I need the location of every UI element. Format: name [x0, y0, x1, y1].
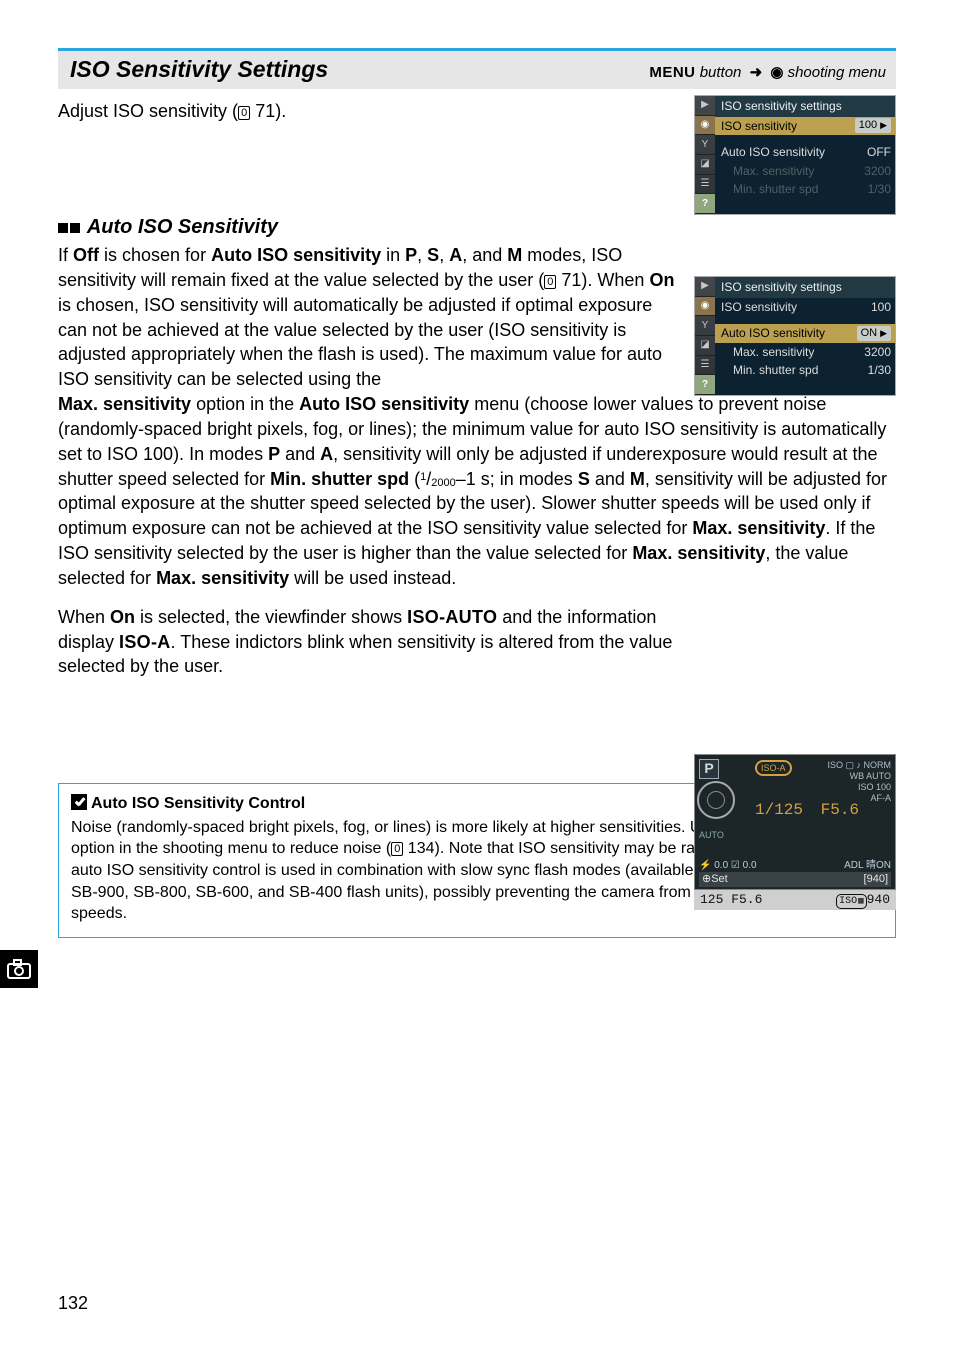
shutter-speed: 1/125	[755, 801, 803, 819]
viewfinder-bar: 125 F5.6 ISO▦940	[694, 890, 896, 910]
arrow-icon: ➜	[750, 63, 763, 84]
row-value: 100	[871, 299, 891, 316]
camera-icon: ◉	[770, 64, 783, 81]
page-ref-71: 71	[255, 101, 275, 121]
menu-body: ISO sensitivity settings ISO sensitivity…	[715, 277, 895, 395]
top-status-icons: ISO ▢ ♪ NORM WB AUTO ISO 100 AF-A	[827, 760, 891, 804]
tab-play-icon: ▶	[695, 96, 715, 116]
exposure-readout: 1/125 F5.6	[755, 799, 859, 821]
button-word: button	[700, 64, 742, 81]
row-value: 1/30	[868, 181, 891, 198]
menu-row-autoiso: Auto ISO sensitivity ON	[715, 324, 895, 343]
menu-row-maxsens-disabled: Max. sensitivity 3200	[715, 162, 895, 181]
menu-row-minshutter: Min. shutter spd 1/30	[715, 361, 895, 380]
mode-indicator: P	[699, 759, 719, 779]
menu-title: ISO sensitivity settings	[715, 96, 895, 117]
menu-button-label: MENU	[649, 64, 695, 81]
page-ref-icon: 0	[391, 842, 403, 856]
page-ref-icon: 0	[544, 275, 556, 289]
vf-iso-pill: ISO▦	[836, 894, 866, 910]
menu-tabs: ▶ ◉ Y ◪ ☰ ?	[695, 96, 715, 214]
heading-marker-icon	[70, 223, 80, 233]
camera-icon	[7, 959, 31, 979]
mode-dial-icon	[697, 781, 735, 819]
section-meta: MENU button ➜ ◉ shooting menu	[649, 63, 886, 84]
tab-help-icon: ?	[695, 375, 715, 395]
aperture: F5.6	[821, 801, 859, 819]
tab-recent-icon: ☰	[695, 175, 715, 195]
set-hint: ⊕Set	[702, 872, 728, 887]
intro-text: Adjust ISO sensitivity (	[58, 101, 238, 121]
info-display: P ISO-A ISO ▢ ♪ NORM WB AUTO ISO 100 AF-…	[694, 754, 896, 890]
menu-row-maxsens: Max. sensitivity 3200	[715, 343, 895, 362]
row-label: ISO sensitivity	[721, 118, 797, 135]
page-ref-icon: 0	[238, 106, 250, 120]
page-ref-134: 134	[408, 840, 435, 857]
row-value: 3200	[864, 163, 891, 180]
shooting-menu-label: shooting menu	[788, 64, 886, 81]
menu-body: ISO sensitivity settings ISO sensitivity…	[715, 96, 895, 214]
menu-screenshot-iso-on: ▶ ◉ Y ◪ ☰ ? ISO sensitivity settings ISO…	[694, 276, 896, 396]
auto-label: AUTO	[699, 829, 724, 841]
section-tab-camera	[0, 950, 38, 988]
row-label: Min. shutter spd	[733, 181, 818, 198]
row-value: OFF	[867, 144, 891, 161]
tab-recent-icon: ☰	[695, 356, 715, 376]
tab-retouch-icon: ◪	[695, 155, 715, 175]
menu-row-iso: ISO sensitivity 100	[715, 117, 895, 136]
vf-right: ISO▦940	[836, 891, 890, 910]
heading-marker-icon	[58, 223, 68, 233]
row-value: 1/30	[868, 362, 891, 379]
subsection-heading: Auto ISO Sensitivity	[58, 214, 896, 242]
check-icon	[71, 794, 87, 810]
tab-help-icon: ?	[695, 194, 715, 214]
section-header: ISO Sensitivity Settings MENU button ➜ ◉…	[58, 48, 896, 89]
vf-exposure: 125 F5.6	[700, 891, 762, 909]
tab-camera-icon: ◉	[695, 297, 715, 317]
info-display-screenshot: P ISO-A ISO ▢ ♪ NORM WB AUTO ISO 100 AF-…	[694, 754, 896, 910]
menu-row-iso: ISO sensitivity 100	[715, 298, 895, 317]
row-label: Auto ISO sensitivity	[721, 144, 825, 161]
menu-title: ISO sensitivity settings	[715, 277, 895, 298]
row-label: Max. sensitivity	[733, 163, 814, 180]
row-label: Max. sensitivity	[733, 344, 814, 361]
iso-auto-badge: ISO-A	[755, 760, 792, 776]
tab-play-icon: ▶	[695, 277, 715, 297]
tab-camera-icon: ◉	[695, 116, 715, 136]
menu-row-autoiso: Auto ISO sensitivity OFF	[715, 143, 895, 162]
row-value: 3200	[864, 344, 891, 361]
paragraph-viewfinder-indicator: When On is selected, the viewfinder show…	[58, 605, 896, 679]
page-number: 132	[58, 1291, 88, 1316]
row-label: ISO sensitivity	[721, 299, 797, 316]
tab-retouch-icon: ◪	[695, 336, 715, 356]
tab-wrench-icon: Y	[695, 316, 715, 336]
shots-remaining: [940]	[864, 872, 888, 887]
menu-row-minshutter-disabled: Min. shutter spd 1/30	[715, 180, 895, 199]
row-label: Min. shutter spd	[733, 362, 818, 379]
row-label: Auto ISO sensitivity	[721, 325, 825, 342]
intro-end: ).	[275, 101, 286, 121]
row-value: 100	[855, 118, 891, 133]
vf-shots: 940	[867, 892, 890, 907]
row-value: ON	[857, 326, 891, 341]
section-title: ISO Sensitivity Settings	[70, 54, 328, 86]
subsection-title: Auto ISO Sensitivity	[87, 216, 278, 238]
tab-wrench-icon: Y	[695, 135, 715, 155]
menu-screenshot-iso-off: ▶ ◉ Y ◪ ☰ ? ISO sensitivity settings ISO…	[694, 95, 896, 215]
menu-tabs: ▶ ◉ Y ◪ ☰ ?	[695, 277, 715, 395]
bottom-row: ⊕Set [940]	[699, 872, 891, 887]
